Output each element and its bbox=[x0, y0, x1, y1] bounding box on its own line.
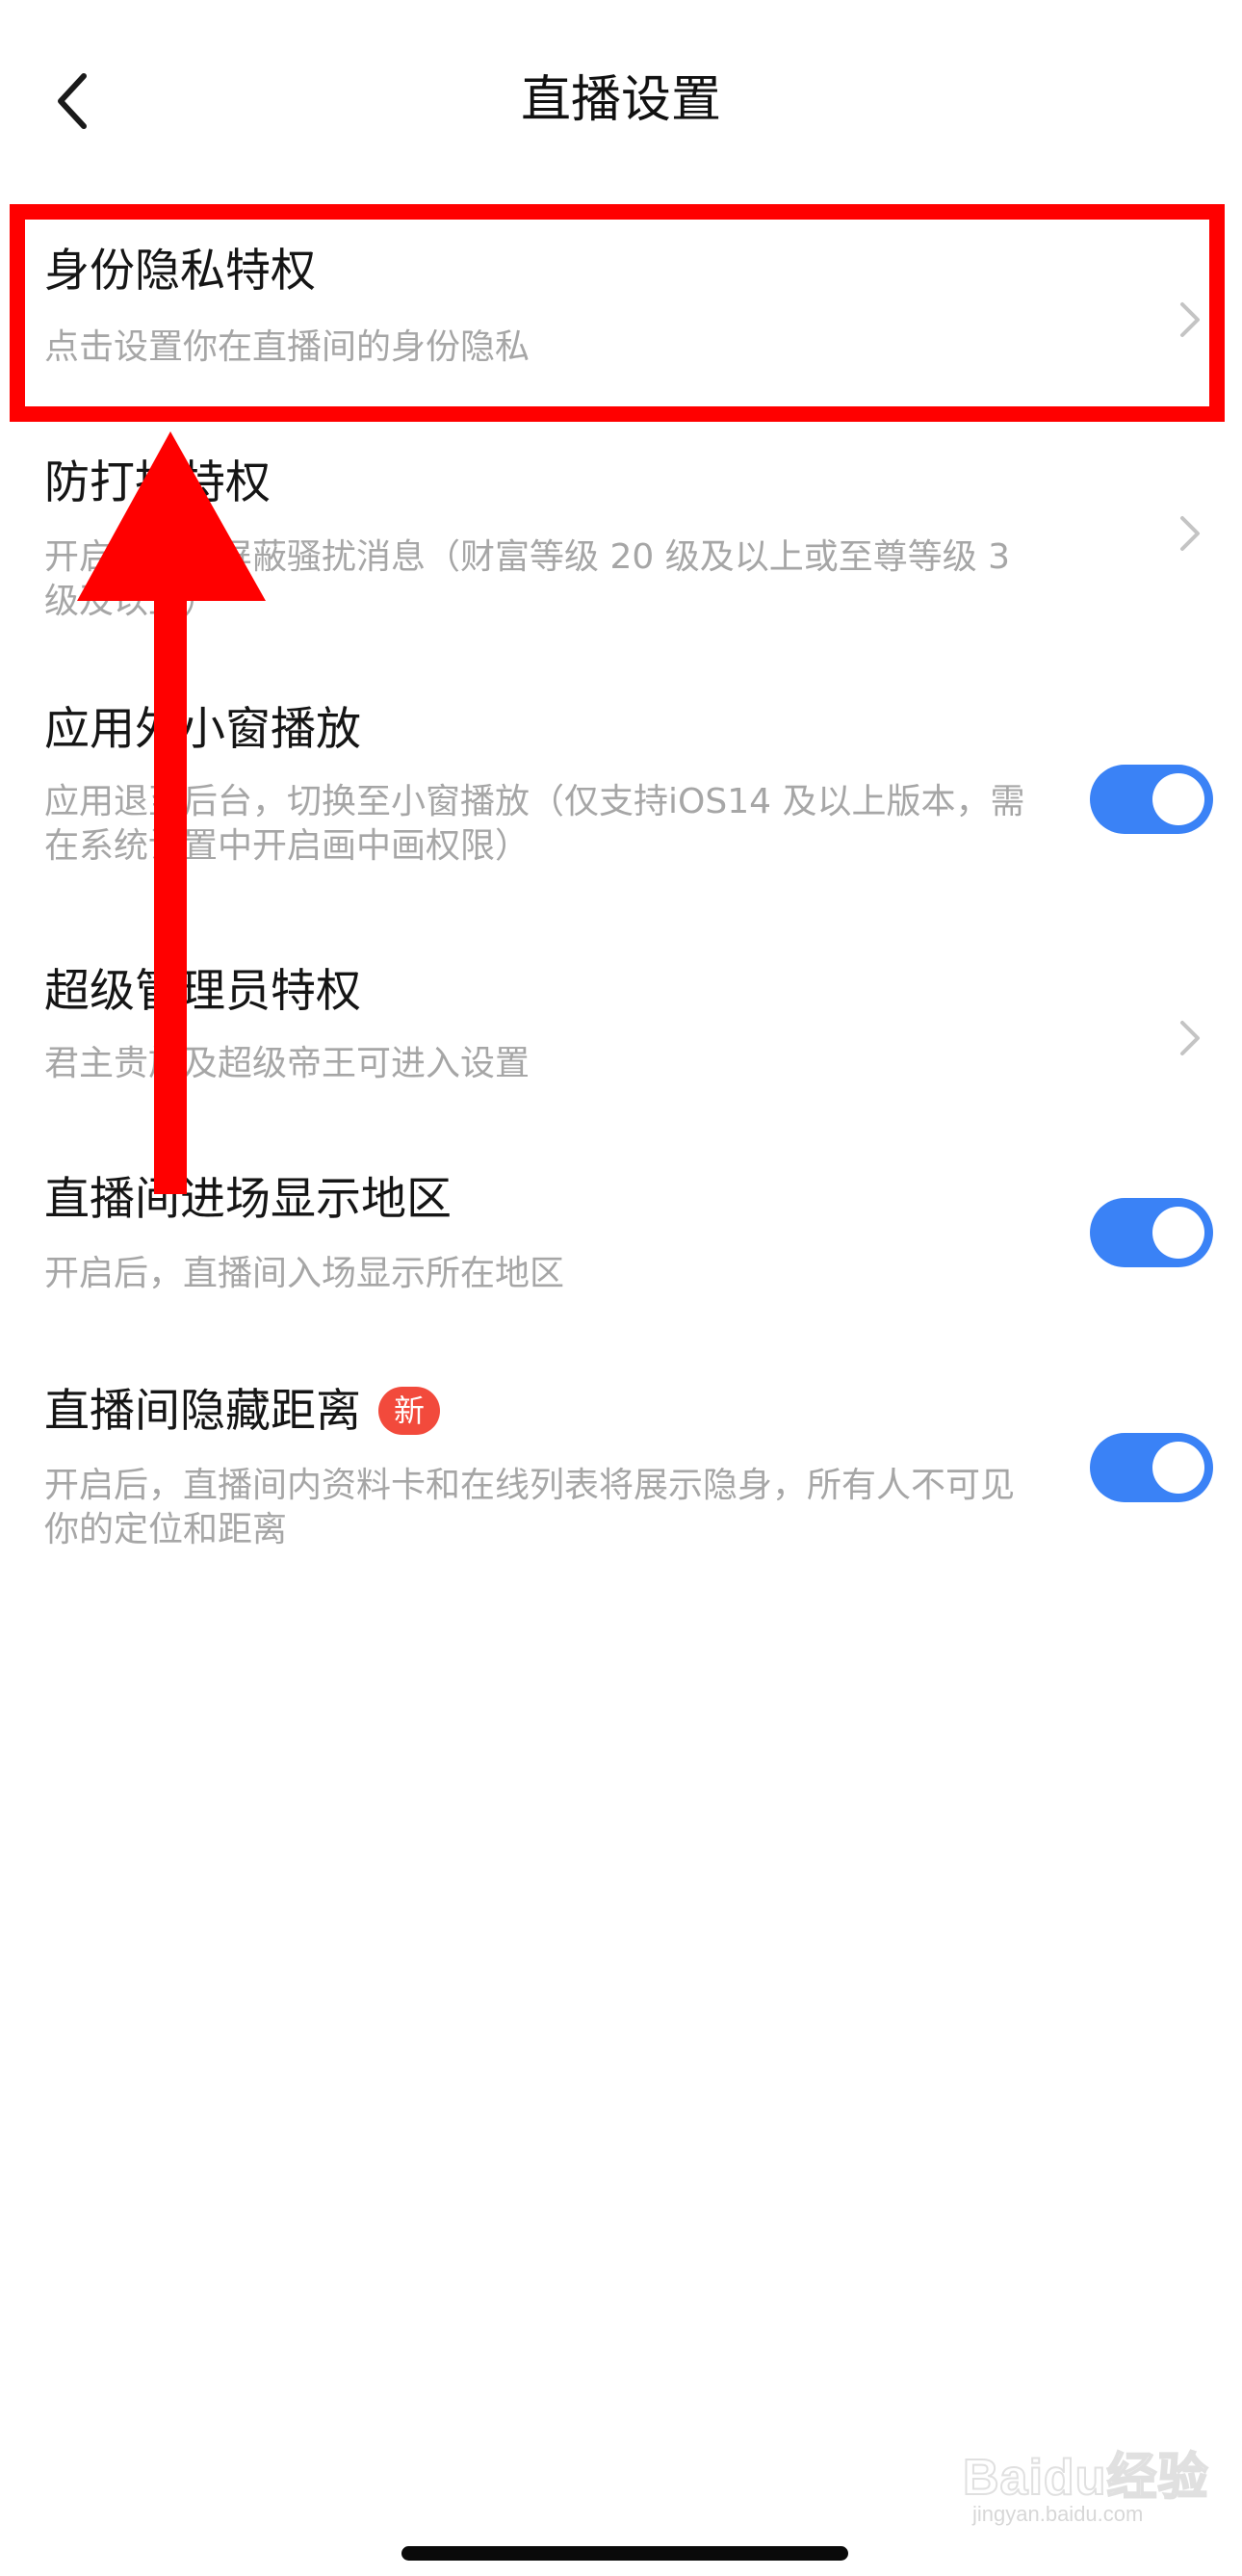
setting-title: 直播间进场显示地区 bbox=[44, 1173, 452, 1226]
new-badge: 新 bbox=[378, 1386, 440, 1435]
setting-title: 防打扰特权 bbox=[44, 456, 271, 509]
watermark-logo: Baidu经验 bbox=[962, 2449, 1209, 2507]
toggle-knob bbox=[1152, 1207, 1204, 1259]
nav-bar: 直播设置 bbox=[0, 0, 1242, 202]
setting-description: 应用退至后台，切换至小窗播放（仅支持iOS14 及以上版本，需在系统设置中开启画… bbox=[44, 782, 1025, 866]
setting-title: 超级管理员特权 bbox=[44, 965, 361, 1018]
setting-description: 开启后，直播间入场显示所在地区 bbox=[44, 1254, 565, 1293]
hide-distance-toggle[interactable] bbox=[1090, 1433, 1213, 1502]
setting-description: 开启后，直播间内资料卡和在线列表将展示隐身，所有人不可见你的定位和距离 bbox=[44, 1466, 1016, 1549]
chevron-right-icon bbox=[1180, 302, 1200, 337]
setting-description: 君主贵族及超级帝王可进入设置 bbox=[44, 1044, 530, 1083]
toggle-knob bbox=[1152, 773, 1204, 825]
watermark-site: jingyan.baidu.com bbox=[972, 2502, 1144, 2526]
setting-title: 应用外小窗播放 bbox=[44, 703, 361, 756]
setting-title: 直播间隐藏距离 bbox=[44, 1385, 361, 1438]
entrance-region-toggle[interactable] bbox=[1090, 1198, 1213, 1267]
baidu-watermark: Baidu经验 jingyan.baidu.com bbox=[962, 2427, 1208, 2533]
home-indicator bbox=[401, 2546, 848, 2561]
setting-title-with-badge: 直播间隐藏距离新 bbox=[44, 1381, 440, 1443]
setting-description: 点击设置你在直播间的身份隐私 bbox=[44, 327, 530, 367]
setting-description: 开启后可以屏蔽骚扰消息（财富等级 20 级及以上或至尊等级 3 级及以上） bbox=[44, 537, 1011, 621]
setting-title: 身份隐私特权 bbox=[44, 245, 316, 298]
toggle-knob bbox=[1152, 1442, 1204, 1494]
setting-row-identity-privacy[interactable]: 身份隐私特权 点击设置你在直播间的身份隐私 bbox=[0, 210, 1242, 428]
pip-playback-toggle[interactable] bbox=[1090, 765, 1213, 834]
setting-row-entrance-region: 直播间进场显示地区 开启后，直播间入场显示所在地区 bbox=[0, 1136, 1242, 1348]
setting-row-anti-disturb[interactable]: 防打扰特权 开启后可以屏蔽骚扰消息（财富等级 20 级及以上或至尊等级 3 级及… bbox=[0, 428, 1242, 668]
setting-row-super-admin[interactable]: 超级管理员特权 君主贵族及超级帝王可进入设置 bbox=[0, 928, 1242, 1136]
page-title: 直播设置 bbox=[520, 71, 721, 129]
setting-row-hide-distance: 直播间隐藏距离新 开启后，直播间内资料卡和在线列表将展示隐身，所有人不可见你的定… bbox=[0, 1348, 1242, 1599]
chevron-right-icon bbox=[1180, 516, 1200, 551]
setting-row-pip-playback: 应用外小窗播放 应用退至后台，切换至小窗播放（仅支持iOS14 及以上版本，需在… bbox=[0, 668, 1242, 928]
chevron-right-icon bbox=[1180, 1021, 1200, 1055]
